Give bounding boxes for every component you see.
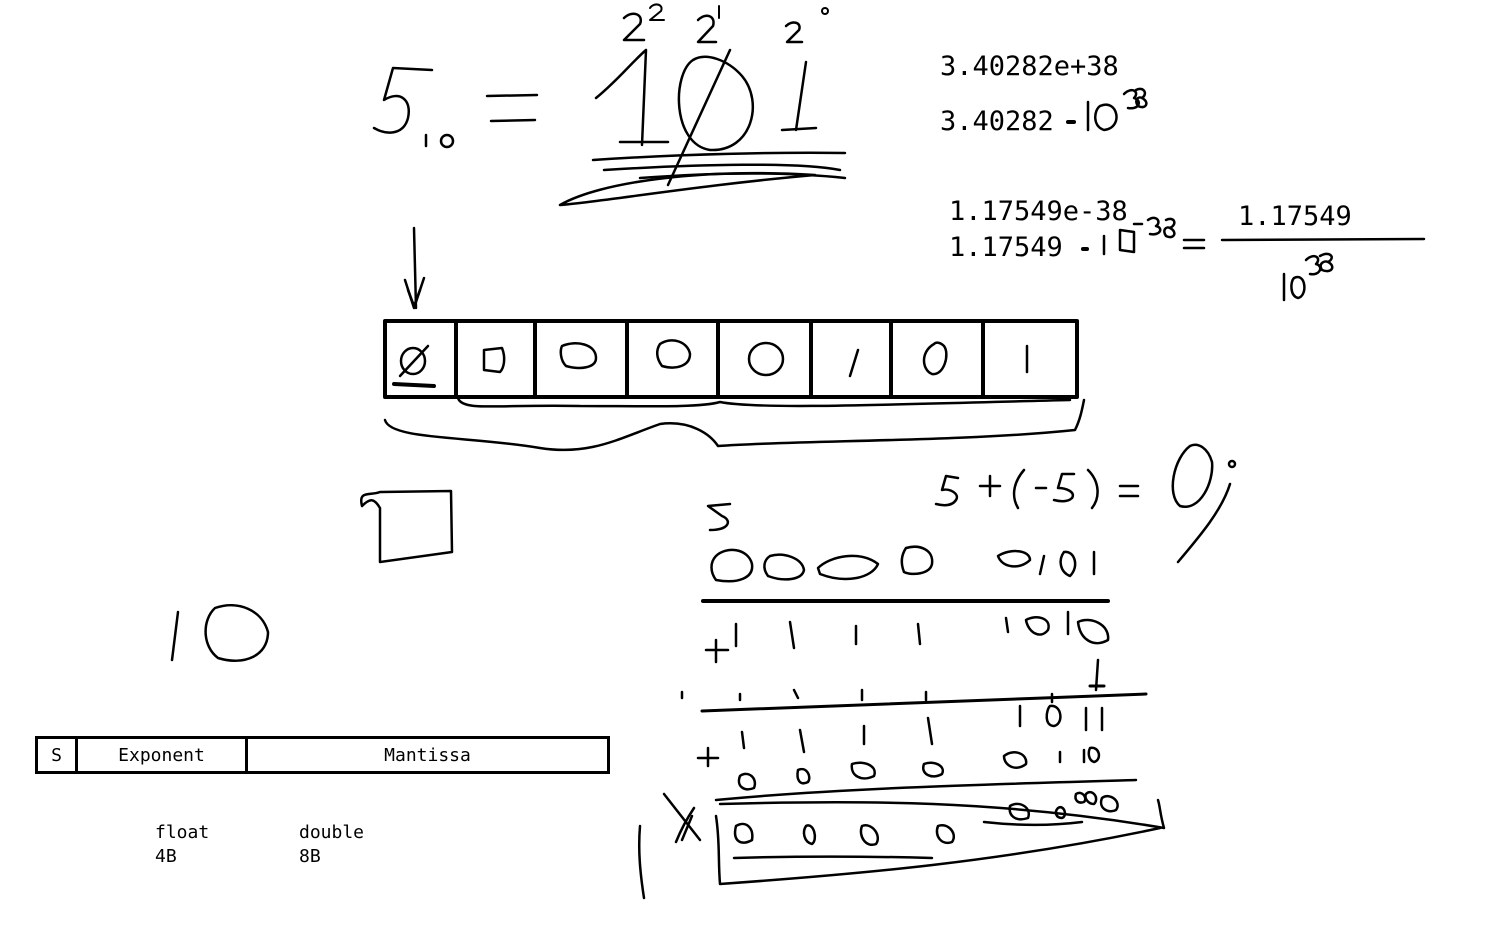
float-max-value: 3.40282e+38	[940, 51, 1119, 82]
float-size-label: 4B	[155, 846, 177, 867]
float-layout-diagram: S Exponent Mantissa	[35, 736, 610, 774]
exponent-marks-handwritten	[1066, 87, 1426, 302]
sign-field-label: S	[38, 739, 78, 771]
bit-register-digits	[392, 339, 1029, 388]
decimal-five-handwritten	[372, 66, 455, 149]
power-labels-handwritten	[622, 3, 829, 44]
square-handwritten	[359, 489, 454, 564]
float-min-expanded: 1.17549	[949, 232, 1063, 263]
binary-101-handwritten	[558, 48, 847, 207]
sum-equation-handwritten	[934, 443, 1237, 564]
fraction-numerator: 1.17549	[1238, 201, 1352, 232]
mantissa-field-label: Mantissa	[384, 744, 471, 766]
curly-brace-handwritten	[383, 396, 1086, 452]
ten-handwritten	[170, 604, 270, 662]
equals-sign-handwritten	[485, 93, 539, 123]
float-max-expanded: 3.40282	[940, 106, 1054, 137]
arrow-down-icon	[403, 226, 426, 310]
float-min-value: 1.17549e-38	[949, 196, 1128, 227]
exponent-field-label: Exponent	[78, 739, 248, 771]
binary-addition-handwritten	[637, 502, 1166, 900]
double-size-label: 8B	[299, 846, 321, 867]
bit-register	[383, 319, 1079, 399]
float-type-label: float	[155, 822, 210, 843]
whiteboard-canvas	[170, 3, 1426, 900]
double-type-label: double	[299, 822, 365, 843]
